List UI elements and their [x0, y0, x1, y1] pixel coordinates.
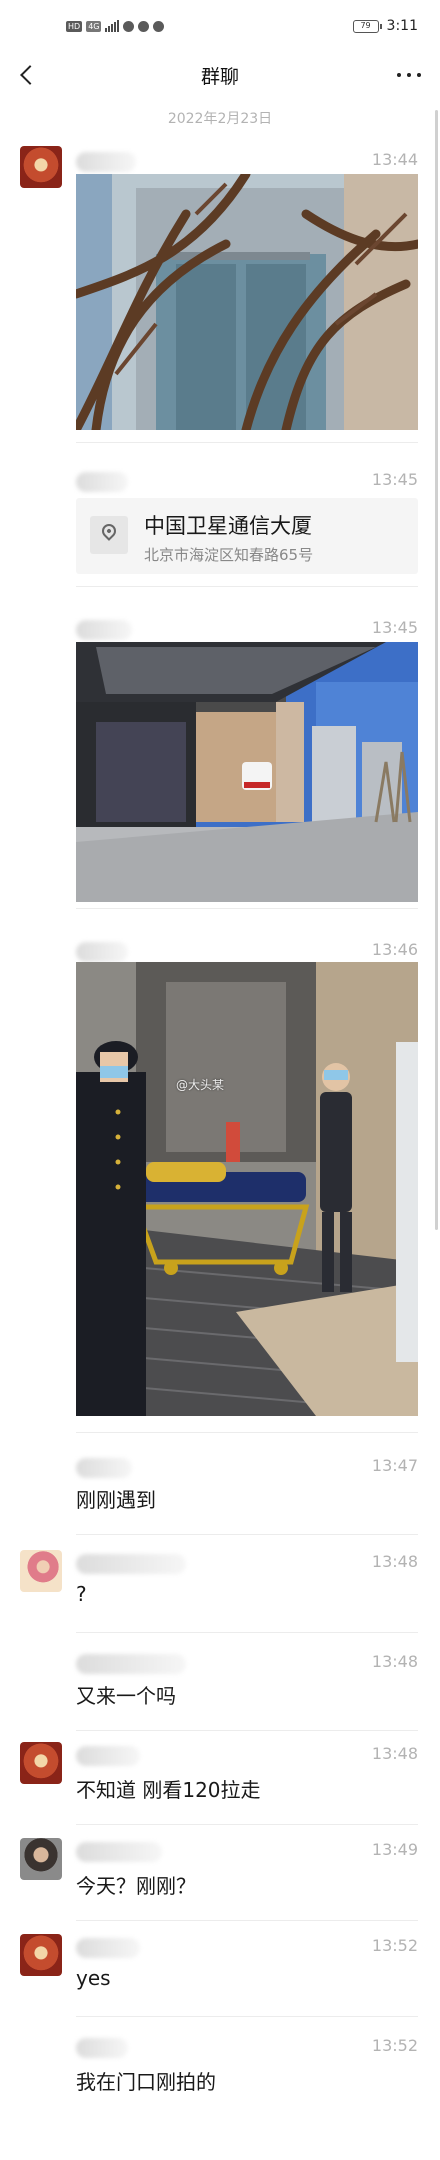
message-item: 13:46 @大头某	[0, 932, 440, 1433]
message-text: 我在门口刚拍的	[76, 2070, 216, 2094]
message-item: 13:45	[0, 610, 440, 909]
sender-name	[76, 1938, 140, 1958]
message-item: 13:48 又来一个吗	[0, 1640, 440, 1736]
sender-name	[76, 1554, 186, 1574]
message-divider	[76, 1632, 418, 1633]
location-name: 中国卫星通信大厦	[144, 514, 312, 538]
message-text: 又来一个吗	[76, 1684, 176, 1708]
message-divider	[76, 1824, 418, 1825]
message-item: 13:52 yes	[0, 1928, 440, 2024]
more-dots-icon	[397, 73, 401, 77]
avatar[interactable]	[20, 1742, 62, 1784]
sender-name	[76, 2038, 128, 2058]
sender-name	[76, 942, 128, 962]
date-separator: 2022年2月23日	[167, 111, 273, 127]
message-time: 13:52	[371, 1936, 418, 1955]
message-item: 13:49 今天？刚刚？	[0, 1832, 440, 1928]
message-divider	[76, 1920, 418, 1921]
photo-image	[76, 174, 418, 430]
message-text: 刚刚遇到	[76, 1488, 156, 1512]
battery-icon: 79	[352, 19, 382, 33]
message-divider	[76, 1534, 418, 1535]
sender-name	[76, 1458, 132, 1478]
status-time: 3:11	[386, 18, 418, 34]
location-card[interactable]: 中国卫星通信大厦 北京市海淀区知春路65号	[76, 498, 418, 574]
avatar[interactable]	[20, 1550, 62, 1592]
message-item: 13:47 刚刚遇到	[0, 1452, 440, 1542]
chat-notification-icon	[153, 20, 165, 32]
message-divider	[76, 1730, 418, 1731]
status-bar: HD 4G 79 3:11	[0, 0, 440, 40]
photo-building-canopy[interactable]	[76, 642, 418, 902]
photo-image	[76, 642, 418, 902]
message-time: 13:47	[371, 1456, 418, 1475]
message-time: 13:52	[371, 2036, 418, 2055]
photo-watermark: @大头某	[176, 1078, 225, 1092]
status-icons: HD 4G	[66, 20, 165, 32]
photo-building-entrance[interactable]	[76, 174, 418, 430]
message-divider	[76, 1432, 418, 1433]
page-title: 群聊	[200, 66, 239, 88]
message-time: 13:49	[371, 1840, 418, 1859]
network-gen-badge: 4G	[86, 20, 102, 32]
message-item: 13:45 中国卫星通信大厦 北京市海淀区知春路65号	[0, 462, 440, 602]
message-time: 13:45	[371, 470, 418, 489]
navigation-bar: 群聊	[0, 50, 440, 100]
photo-ambulance-stretcher[interactable]: @大头某	[76, 962, 418, 1416]
message-text: 今天？刚刚？	[76, 1874, 196, 1898]
message-item: 13:48 ?	[0, 1544, 440, 1640]
photo-image	[76, 962, 418, 1416]
hd-badge: HD	[66, 20, 83, 32]
message-text: 不知道 刚看120拉走	[76, 1778, 261, 1802]
message-divider	[76, 2016, 418, 2017]
message-text: ?	[76, 1582, 87, 1606]
signal-icon	[105, 20, 120, 32]
location-address: 北京市海淀区知春路65号	[144, 546, 314, 564]
message-item: 13:44	[0, 140, 440, 443]
more-button[interactable]	[392, 62, 426, 88]
avatar[interactable]	[20, 146, 62, 188]
wechat-notification-icon	[123, 20, 135, 32]
sender-name	[76, 1842, 162, 1862]
shield-notification-icon	[138, 20, 150, 32]
sender-name	[76, 152, 136, 172]
message-item: 13:52 我在门口刚拍的	[0, 2024, 440, 2134]
message-time: 13:44	[371, 150, 418, 169]
message-time: 13:48	[371, 1744, 418, 1763]
message-time: 13:48	[371, 1652, 418, 1671]
message-divider	[76, 908, 418, 909]
message-divider	[76, 442, 418, 443]
message-item: 13:48 不知道 刚看120拉走	[0, 1736, 440, 1832]
sender-name	[76, 1654, 186, 1674]
message-divider	[76, 586, 418, 587]
sender-name	[76, 472, 128, 492]
sender-name	[76, 1746, 140, 1766]
message-time: 13:46	[371, 940, 418, 959]
sender-name	[76, 620, 132, 640]
avatar[interactable]	[20, 1934, 62, 1976]
message-time: 13:48	[371, 1552, 418, 1571]
message-text: yes	[76, 1966, 111, 1990]
message-time: 13:45	[371, 618, 418, 637]
avatar[interactable]	[20, 1838, 62, 1880]
location-pin-icon	[90, 516, 128, 554]
